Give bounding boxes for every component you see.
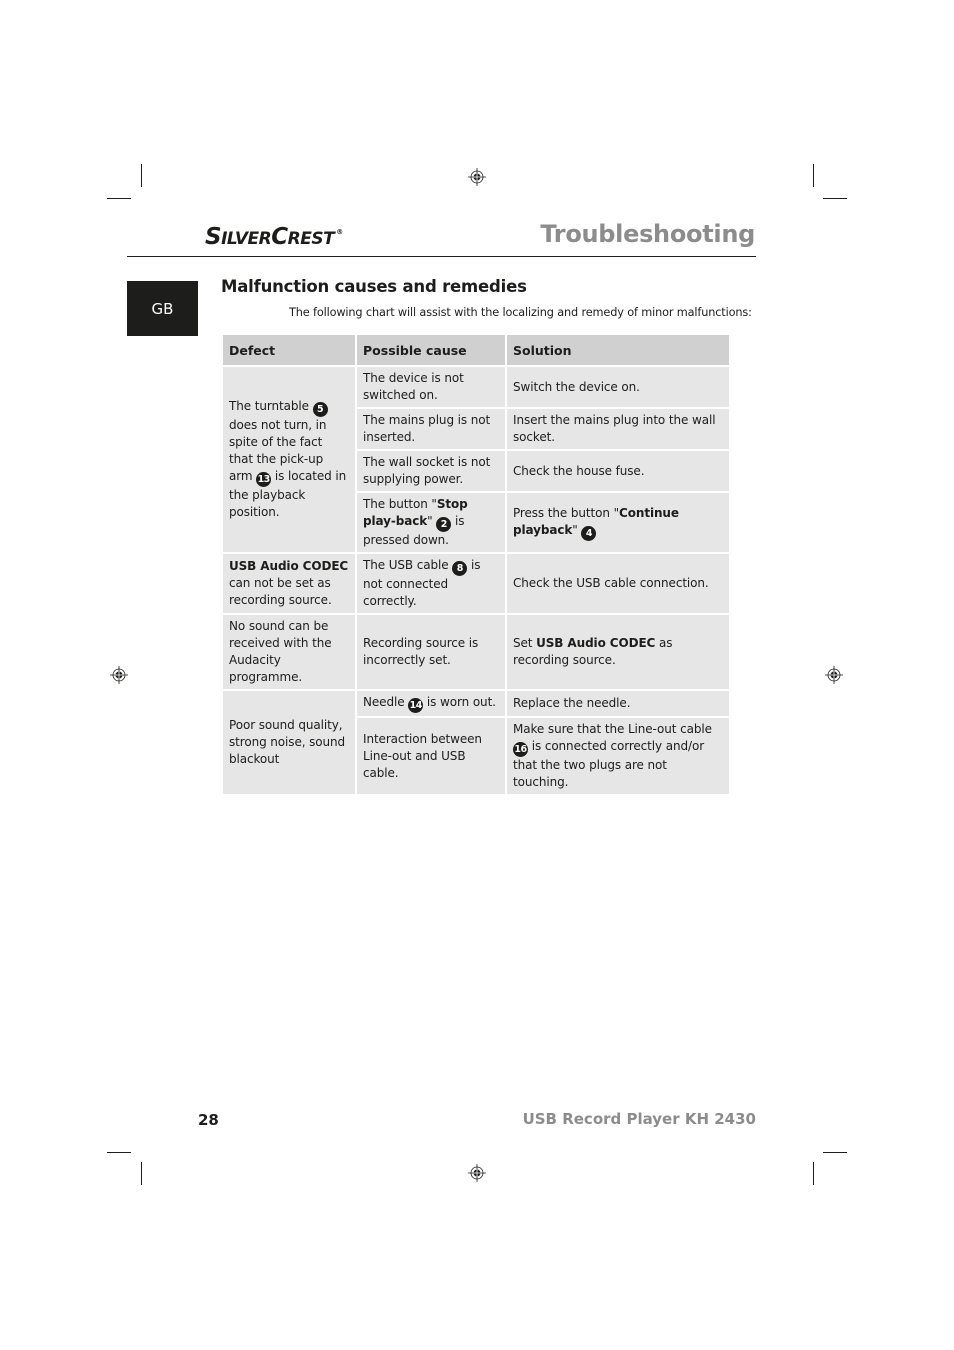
crop-mark	[107, 198, 131, 199]
header-divider	[127, 256, 756, 257]
cause-cell: The USB cable 8 is not connected correct…	[355, 552, 507, 615]
column-header-solution: Solution	[505, 333, 731, 367]
text: "	[572, 522, 582, 537]
section-title: Malfunction causes and remedies	[221, 277, 527, 296]
text: The USB cable	[363, 558, 453, 572]
crop-mark	[107, 1152, 131, 1153]
crop-mark	[813, 164, 814, 187]
text: The turntable	[229, 399, 313, 413]
footer-product-name: USB Record Player KH 2430	[522, 1110, 756, 1128]
text: Set	[513, 636, 537, 650]
logo-text: REST	[287, 229, 335, 249]
text: The button "	[363, 497, 437, 511]
defect-cell: The turntable 5 does not turn, in spite …	[221, 365, 357, 554]
cause-cell: Needle 14 is worn out.	[355, 689, 507, 718]
column-header-cause: Possible cause	[355, 333, 507, 367]
logo-text: ILVER	[221, 229, 272, 249]
registration-mark-icon	[825, 666, 843, 684]
solution-cell: Press the button "Continue playback" 4	[505, 491, 731, 554]
table-header-row: Defect Possible cause Solution	[221, 333, 731, 367]
column-header-defect: Defect	[221, 333, 357, 367]
crop-mark	[823, 1152, 847, 1153]
page-title: Troubleshooting	[540, 220, 755, 248]
crop-mark	[141, 1162, 142, 1185]
logo-letter: S	[205, 224, 222, 250]
troubleshooting-table: Defect Possible cause Solution The turnt…	[221, 333, 731, 796]
registration-mark-icon	[468, 168, 486, 186]
text: Press the button "	[513, 505, 620, 520]
solution-cell: Check the USB cable connection.	[505, 552, 731, 615]
crop-mark	[141, 164, 142, 187]
solution-cell: Replace the needle.	[505, 689, 731, 718]
registered-mark: ®	[336, 228, 343, 236]
part-number-badge: 8	[452, 561, 468, 576]
crop-mark	[823, 198, 847, 199]
registration-mark-icon	[110, 666, 128, 684]
defect-cell: No sound can be received with the Audaci…	[221, 613, 357, 691]
setting-name: USB Audio CODEC	[229, 559, 349, 573]
registration-mark-icon	[468, 1164, 486, 1182]
text: is connected correctly and/or that the t…	[513, 739, 705, 789]
part-number-badge: 4	[581, 525, 597, 541]
cause-cell: The device is not switched on.	[355, 365, 507, 409]
defect-cell: USB Audio CODEC can not be set as record…	[221, 552, 357, 615]
text: can not be set as recording source.	[229, 576, 332, 607]
language-code: GB	[151, 299, 174, 318]
setting-name: USB Audio CODEC	[536, 636, 656, 650]
cause-cell: The mains plug is not inserted.	[355, 407, 507, 451]
text: Needle	[363, 695, 409, 709]
solution-cell: Set USB Audio CODEC as recording source.	[505, 613, 731, 691]
solution-cell: Make sure that the Line-out cable 16 is …	[505, 716, 731, 796]
part-number-badge: 13	[256, 472, 272, 487]
text: is worn out.	[423, 695, 496, 709]
cause-cell: Interaction between Line-out and USB cab…	[355, 716, 507, 796]
part-number-badge: 16	[513, 742, 528, 757]
part-number-badge: 2	[436, 517, 452, 532]
defect-cell: Poor sound quality, strong noise, sound …	[221, 689, 357, 796]
solution-cell: Switch the device on.	[505, 365, 731, 409]
solution-cell: Insert the mains plug into the wall sock…	[505, 407, 731, 451]
language-tab: GB	[127, 281, 198, 336]
text: Make sure that the Line-out cable	[513, 722, 712, 736]
section-intro: The following chart will assist with the…	[289, 306, 752, 319]
logo-letter: C	[271, 224, 288, 250]
solution-cell: Check the house fuse.	[505, 449, 731, 493]
table-row: No sound can be received with the Audaci…	[221, 613, 731, 691]
cause-cell: The wall socket is not supplying power.	[355, 449, 507, 493]
table-row: USB Audio CODEC can not be set as record…	[221, 552, 731, 615]
part-number-badge: 14	[408, 698, 424, 713]
brand-logo: SILVERCREST ®	[205, 224, 343, 250]
cause-cell: The button "Stop play-back" 2 is pressed…	[355, 491, 507, 554]
table-row: The turntable 5 does not turn, in spite …	[221, 365, 731, 554]
text: "	[427, 514, 437, 528]
cause-cell: Recording source is incorrectly set.	[355, 613, 507, 691]
page-number: 28	[198, 1111, 219, 1129]
part-number-badge: 5	[312, 402, 328, 417]
table-row: Poor sound quality, strong noise, sound …	[221, 689, 731, 796]
crop-mark	[813, 1162, 814, 1185]
